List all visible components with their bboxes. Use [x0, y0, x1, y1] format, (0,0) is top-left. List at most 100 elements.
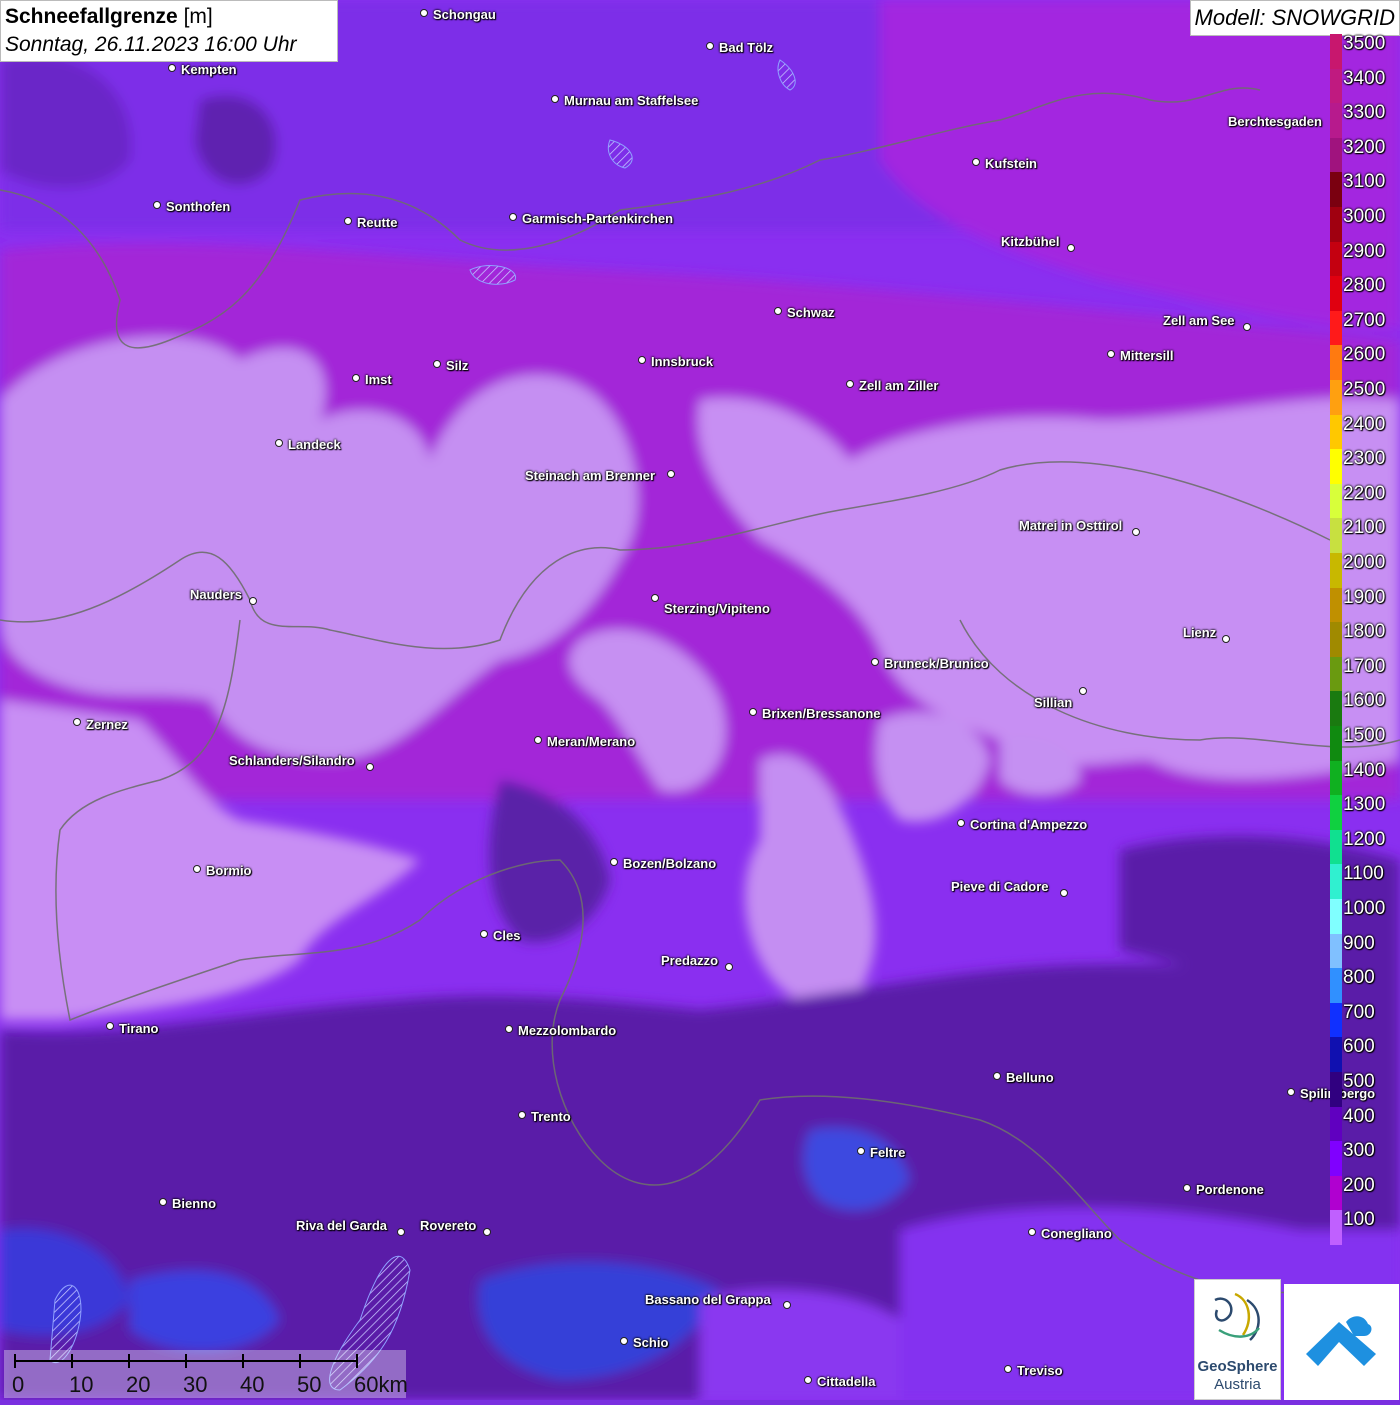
city-marker[interactable]: [249, 597, 257, 605]
city-label: Sterzing/Vipiteno: [664, 601, 770, 616]
legend-label: 700: [1343, 1001, 1375, 1023]
legend-swatch: [1330, 1141, 1342, 1177]
scale-label: 60km: [354, 1372, 408, 1397]
city-marker[interactable]: [993, 1072, 1001, 1080]
city-marker[interactable]: [275, 439, 283, 447]
city-marker[interactable]: [534, 736, 542, 744]
color-legend: [1330, 34, 1342, 1246]
city-marker[interactable]: [1107, 350, 1115, 358]
city-label: Pordenone: [1196, 1182, 1264, 1197]
city-marker[interactable]: [972, 158, 980, 166]
scale-label: 20: [126, 1372, 151, 1397]
city-label: Conegliano: [1041, 1226, 1112, 1241]
city-marker[interactable]: [1132, 528, 1140, 536]
city-marker[interactable]: [159, 1198, 167, 1206]
city-marker[interactable]: [1067, 244, 1075, 252]
city-marker[interactable]: [749, 708, 757, 716]
city-marker[interactable]: [505, 1025, 513, 1033]
scale-label: 30: [183, 1372, 208, 1397]
city-marker[interactable]: [193, 865, 201, 873]
city-marker[interactable]: [857, 1147, 865, 1155]
city-label: Bruneck/Brunico: [884, 656, 989, 671]
legend-swatch: [1330, 34, 1342, 70]
legend-swatch: [1330, 553, 1342, 589]
city-marker[interactable]: [783, 1301, 791, 1309]
city-marker[interactable]: [509, 213, 517, 221]
city-label: Trento: [531, 1109, 571, 1124]
city-marker[interactable]: [610, 858, 618, 866]
city-marker[interactable]: [620, 1337, 628, 1345]
legend-swatch: [1330, 656, 1342, 692]
legend-swatch: [1330, 449, 1342, 485]
geosphere-logo[interactable]: GeoSphere Austria: [1194, 1279, 1281, 1400]
city-marker[interactable]: [1222, 635, 1230, 643]
legend-label: 3000: [1343, 206, 1386, 227]
city-marker[interactable]: [518, 1111, 526, 1119]
city-label: Meran/Merano: [547, 734, 636, 749]
city-label: Matrei in Osttirol: [1019, 518, 1123, 533]
city-marker[interactable]: [651, 594, 659, 602]
legend-label: 2700: [1343, 309, 1386, 331]
city-marker[interactable]: [774, 307, 782, 315]
scale-tick: [299, 1354, 301, 1368]
legend-swatch: [1330, 241, 1342, 277]
city-marker[interactable]: [352, 374, 360, 382]
city-label: Bassano del Grappa: [645, 1292, 771, 1307]
city-marker[interactable]: [1079, 687, 1087, 695]
legend-label: 900: [1343, 932, 1375, 954]
city-marker[interactable]: [1028, 1228, 1036, 1236]
city-marker[interactable]: [344, 217, 352, 225]
legend-label: 200: [1343, 1174, 1375, 1196]
city-marker[interactable]: [106, 1022, 114, 1030]
city-label: Cittadella: [817, 1374, 876, 1389]
legend-swatch: [1330, 829, 1342, 865]
city-marker[interactable]: [420, 9, 428, 17]
city-label: Silz: [446, 358, 469, 373]
city-marker[interactable]: [1183, 1184, 1191, 1192]
scale-bar: 0 10 20 30 40 50 60km: [4, 1350, 408, 1398]
city-marker[interactable]: [366, 763, 374, 771]
city-marker[interactable]: [1004, 1365, 1012, 1373]
scale-label: 40: [240, 1372, 265, 1397]
city-marker[interactable]: [168, 64, 176, 72]
legend-label: 300: [1343, 1140, 1375, 1162]
legend-swatch: [1330, 207, 1342, 243]
city-marker[interactable]: [957, 819, 965, 827]
legend-swatch: [1330, 1037, 1342, 1073]
city-marker[interactable]: [846, 380, 854, 388]
legend-label: 1700: [1343, 655, 1386, 677]
city-marker[interactable]: [725, 963, 733, 971]
city-marker[interactable]: [871, 658, 879, 666]
mountain-snow-icon: [1306, 1316, 1376, 1366]
city-label: Tirano: [119, 1021, 159, 1036]
partner-logo[interactable]: [1284, 1284, 1399, 1400]
city-label: Zernez: [86, 717, 128, 732]
city-marker[interactable]: [483, 1228, 491, 1236]
city-label: Garmisch-Partenkirchen: [522, 211, 674, 226]
city-label: Sonthofen: [166, 199, 231, 214]
legend-swatch: [1330, 1210, 1342, 1246]
city-marker[interactable]: [397, 1228, 405, 1236]
title-box: Schneefallgrenze [m] Sonntag, 26.11.2023…: [0, 0, 338, 62]
city-marker[interactable]: [804, 1376, 812, 1384]
city-marker[interactable]: [480, 930, 488, 938]
city-marker[interactable]: [1287, 1088, 1295, 1096]
city-marker[interactable]: [1243, 323, 1251, 331]
city-marker[interactable]: [73, 718, 81, 726]
city-marker[interactable]: [638, 356, 646, 364]
city-marker[interactable]: [667, 470, 675, 478]
legend-swatch: [1330, 1002, 1342, 1038]
city-marker[interactable]: [706, 42, 714, 50]
city-label: Cles: [493, 928, 521, 943]
city-marker[interactable]: [153, 201, 161, 209]
legend-label: 2300: [1343, 448, 1386, 470]
map-title: Schneefallgrenze: [5, 5, 178, 28]
city-label: Mezzolombardo: [518, 1023, 617, 1038]
scale-tick: [14, 1354, 16, 1368]
map-datetime: Sonntag, 26.11.2023 16:00 Uhr: [5, 33, 297, 56]
city-marker[interactable]: [433, 360, 441, 368]
legend-swatch: [1330, 380, 1342, 416]
city-marker[interactable]: [551, 95, 559, 103]
city-marker[interactable]: [1060, 889, 1068, 897]
city-label: Innsbruck: [651, 354, 714, 369]
